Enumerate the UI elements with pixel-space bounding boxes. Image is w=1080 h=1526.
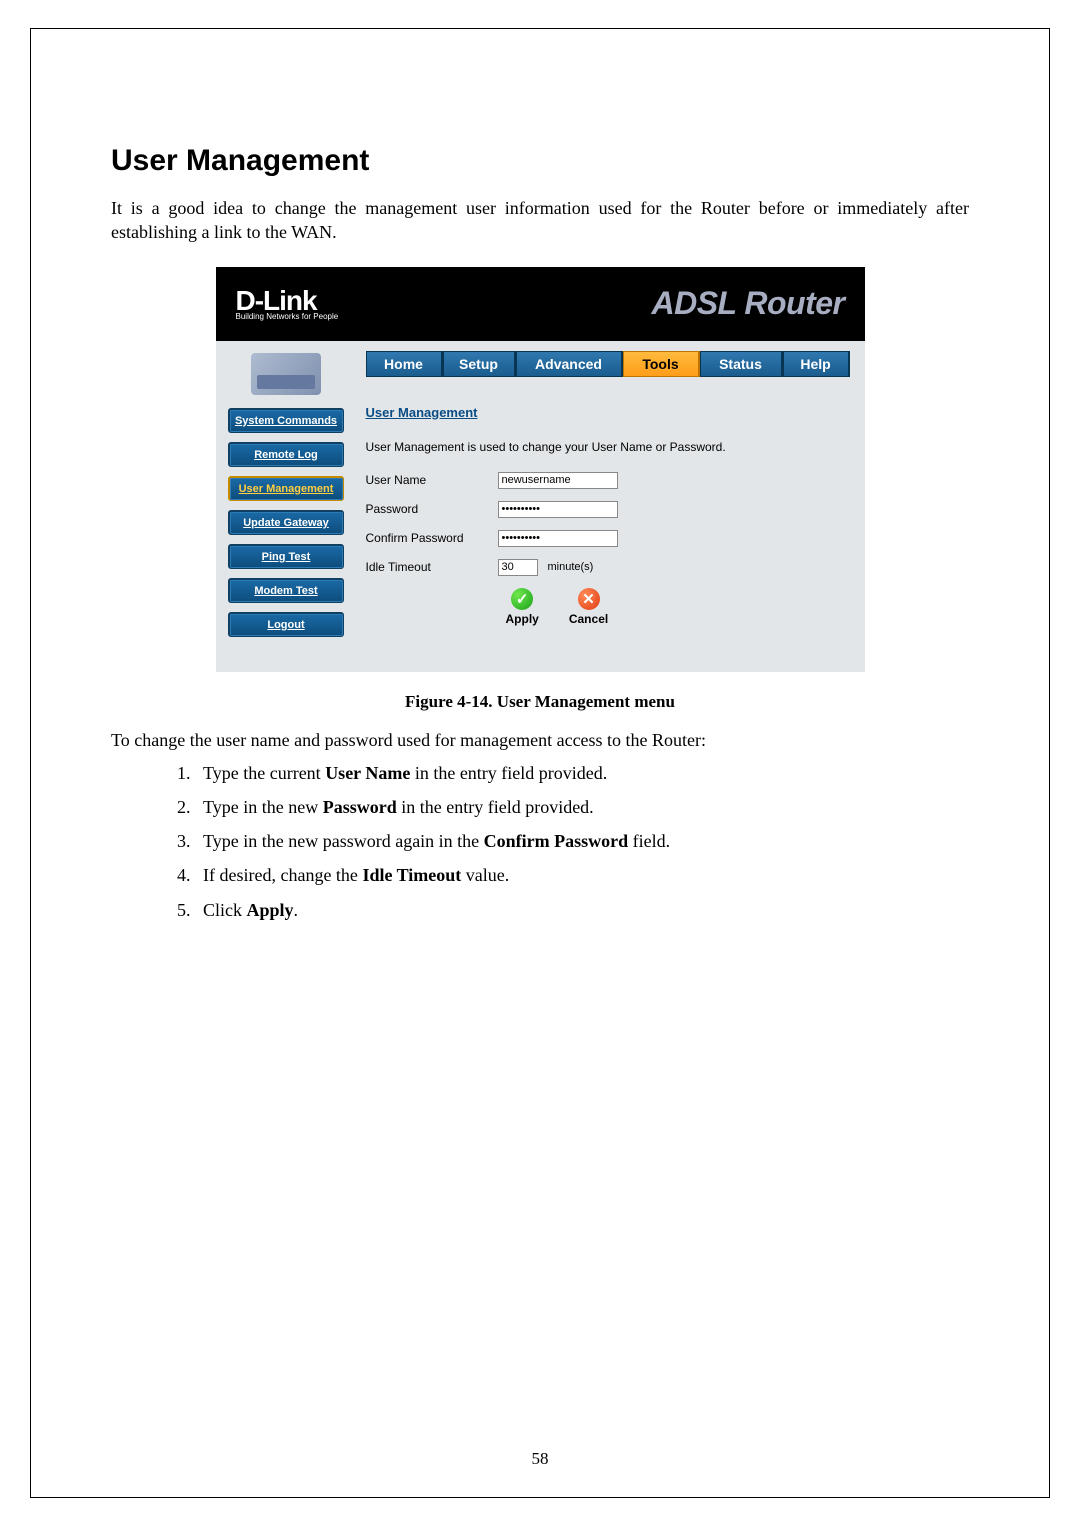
router-screenshot: D-Link Building Networks for People ADSL… bbox=[216, 267, 865, 672]
close-icon: ✕ bbox=[578, 588, 600, 610]
apply-button[interactable]: ✓ Apply bbox=[506, 588, 539, 626]
sidebar-item-modem-test[interactable]: Modem Test bbox=[228, 578, 344, 603]
timeout-unit: minute(s) bbox=[548, 561, 594, 573]
cancel-label: Cancel bbox=[569, 612, 608, 626]
page-frame: User Management It is a good idea to cha… bbox=[30, 28, 1050, 1498]
step-4: If desired, change the Idle Timeout valu… bbox=[195, 863, 969, 887]
screenshot-body: System Commands Remote Log User Manageme… bbox=[216, 341, 865, 672]
instructions-lead: To change the user name and password use… bbox=[111, 730, 969, 751]
sidebar-item-system-commands[interactable]: System Commands bbox=[228, 408, 344, 433]
input-confirm[interactable] bbox=[498, 530, 618, 547]
tab-help[interactable]: Help bbox=[783, 351, 850, 377]
dlink-logo: D-Link Building Networks for People bbox=[236, 287, 339, 321]
label-password: Password bbox=[366, 502, 498, 516]
tab-status[interactable]: Status bbox=[700, 351, 783, 377]
tab-advanced[interactable]: Advanced bbox=[516, 351, 623, 377]
label-confirm: Confirm Password bbox=[366, 531, 498, 545]
intro-paragraph: It is a good idea to change the manageme… bbox=[111, 196, 969, 245]
sidebar-item-user-management[interactable]: User Management bbox=[228, 476, 344, 501]
brand-tagline: Building Networks for People bbox=[236, 313, 339, 321]
input-timeout[interactable] bbox=[498, 559, 538, 576]
row-confirm: Confirm Password bbox=[366, 530, 851, 547]
figure-caption: Figure 4-14. User Management menu bbox=[111, 692, 969, 712]
panel-title: User Management bbox=[366, 405, 851, 420]
input-password[interactable] bbox=[498, 501, 618, 518]
page-number: 58 bbox=[31, 1449, 1049, 1469]
row-timeout: Idle Timeout minute(s) bbox=[366, 559, 851, 576]
step-5: Click Apply. bbox=[195, 898, 969, 922]
main-panel: Home Setup Advanced Tools Status Help Us… bbox=[356, 341, 865, 672]
button-row: ✓ Apply ✕ Cancel bbox=[506, 588, 851, 626]
input-username[interactable] bbox=[498, 472, 618, 489]
instruction-list: Type the current User Name in the entry … bbox=[111, 761, 969, 922]
tab-bar: Home Setup Advanced Tools Status Help bbox=[366, 351, 851, 377]
brand-name: D-Link bbox=[236, 285, 317, 316]
label-username: User Name bbox=[366, 473, 498, 487]
check-icon: ✓ bbox=[511, 588, 533, 610]
step-2: Type in the new Password in the entry fi… bbox=[195, 795, 969, 819]
router-image-icon bbox=[251, 353, 321, 395]
tab-setup[interactable]: Setup bbox=[443, 351, 516, 377]
sidebar-item-logout[interactable]: Logout bbox=[228, 612, 344, 637]
sidebar-item-ping-test[interactable]: Ping Test bbox=[228, 544, 344, 569]
row-password: Password bbox=[366, 501, 851, 518]
sidebar: System Commands Remote Log User Manageme… bbox=[216, 341, 356, 672]
label-timeout: Idle Timeout bbox=[366, 560, 498, 574]
cancel-button[interactable]: ✕ Cancel bbox=[569, 588, 608, 626]
product-title: ADSL Router bbox=[651, 285, 844, 322]
step-3: Type in the new password again in the Co… bbox=[195, 829, 969, 853]
screenshot-header: D-Link Building Networks for People ADSL… bbox=[216, 267, 865, 341]
sidebar-item-update-gateway[interactable]: Update Gateway bbox=[228, 510, 344, 535]
step-1: Type the current User Name in the entry … bbox=[195, 761, 969, 785]
sidebar-item-remote-log[interactable]: Remote Log bbox=[228, 442, 344, 467]
page-title: User Management bbox=[111, 144, 969, 178]
tab-tools[interactable]: Tools bbox=[623, 351, 700, 377]
panel-description: User Management is used to change your U… bbox=[366, 440, 851, 454]
apply-label: Apply bbox=[506, 612, 539, 626]
tab-home[interactable]: Home bbox=[366, 351, 443, 377]
row-username: User Name bbox=[366, 472, 851, 489]
